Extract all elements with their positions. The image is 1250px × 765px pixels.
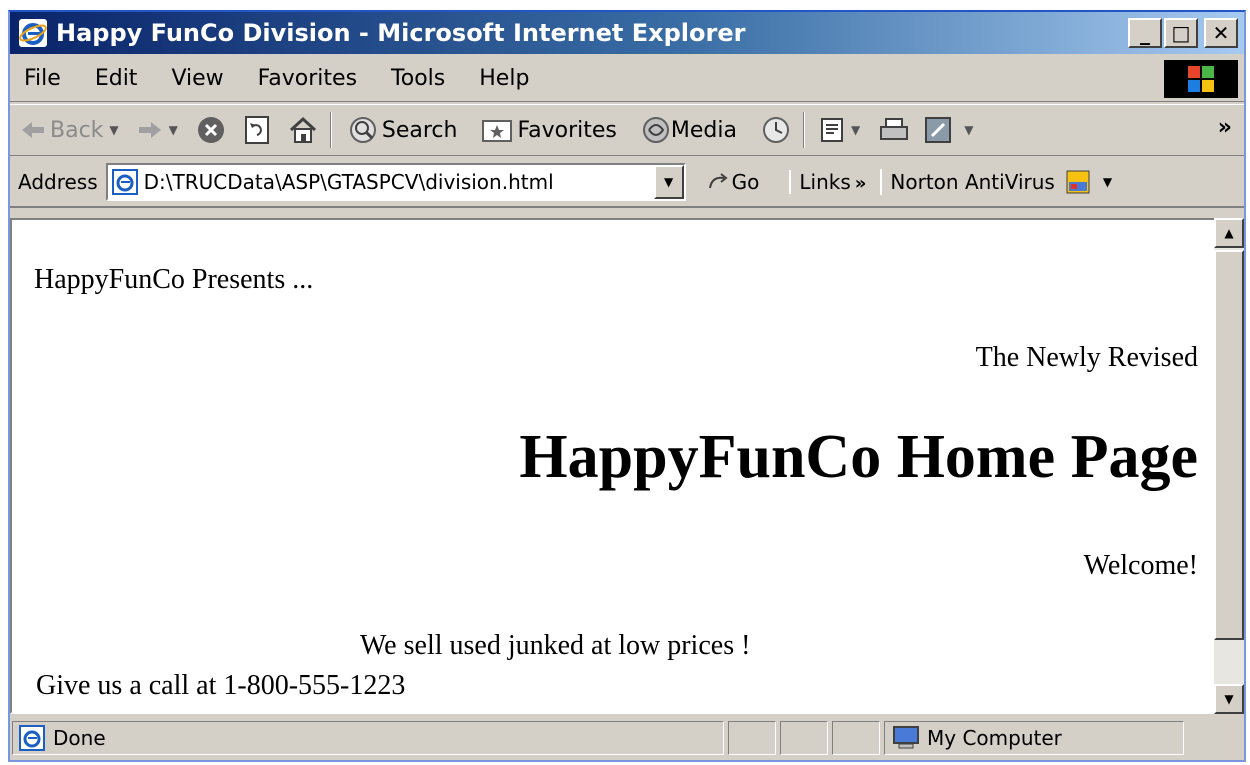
menu-file[interactable]: File bbox=[18, 64, 67, 93]
scroll-down-button[interactable]: ▼ bbox=[1214, 684, 1244, 714]
edit-button[interactable]: ▼ bbox=[924, 116, 973, 144]
menu-bar: File Edit View Favorites Tools Help bbox=[10, 56, 1244, 102]
links-more-button[interactable]: » bbox=[855, 173, 867, 194]
toolbar-separator bbox=[329, 112, 332, 148]
go-arrow-icon bbox=[708, 173, 728, 189]
forward-button[interactable]: ▼ bbox=[137, 120, 178, 140]
media-icon bbox=[642, 117, 669, 143]
refresh-button[interactable] bbox=[244, 115, 270, 145]
address-label: Address bbox=[18, 170, 98, 194]
media-label: Media bbox=[670, 117, 737, 143]
windows-logo-icon bbox=[1164, 60, 1238, 98]
my-computer-icon bbox=[893, 726, 919, 749]
scroll-up-button[interactable]: ▲ bbox=[1214, 218, 1244, 248]
print-icon bbox=[880, 118, 909, 140]
history-button[interactable] bbox=[761, 115, 791, 145]
media-button[interactable]: Media bbox=[641, 115, 737, 145]
page-status-icon bbox=[19, 725, 45, 751]
edit-dropdown-icon[interactable]: ▼ bbox=[964, 123, 973, 137]
toolbar-separator bbox=[802, 112, 805, 148]
refresh-icon bbox=[244, 116, 269, 144]
search-label: Search bbox=[381, 117, 458, 143]
address-dropdown-icon[interactable]: ▼ bbox=[653, 165, 684, 199]
window-title: Happy FunCo Division - Microsoft Interne… bbox=[56, 19, 746, 47]
scroll-thumb[interactable] bbox=[1214, 250, 1244, 640]
edit-icon bbox=[925, 117, 952, 143]
norton-antivirus-button[interactable]: Norton AntiVirus ▼ bbox=[880, 169, 1112, 195]
search-button[interactable]: Search bbox=[348, 115, 458, 145]
print-button[interactable] bbox=[878, 116, 910, 144]
caption-buttons: _ □ ✕ bbox=[1128, 18, 1238, 48]
forward-dropdown-icon[interactable]: ▼ bbox=[169, 123, 178, 137]
back-button[interactable]: Back ▼ bbox=[20, 118, 119, 143]
title-bar: Happy FunCo Division - Microsoft Interne… bbox=[10, 12, 1244, 54]
status-pane bbox=[832, 721, 880, 755]
back-label: Back bbox=[50, 117, 104, 143]
browser-window: Happy FunCo Division - Microsoft Interne… bbox=[8, 10, 1246, 762]
favorites-label: Favorites bbox=[517, 117, 617, 143]
standard-toolbar: Back ▼ ▼ Search Favorites Media ▼ ▼ » bbox=[10, 104, 1244, 156]
links-toolbar[interactable]: Links» bbox=[789, 170, 866, 194]
welcome-text: Welcome! bbox=[1083, 550, 1198, 581]
address-input[interactable]: D:\TRUCData\ASP\GTASPCV\division.html ▼ bbox=[105, 163, 686, 201]
ie-logo-icon bbox=[19, 19, 47, 47]
home-icon bbox=[289, 116, 316, 143]
norton-icon bbox=[1066, 170, 1090, 194]
page-heading: HappyFunCo Home Page bbox=[519, 423, 1198, 491]
presents-text: HappyFunCo Presents ... bbox=[34, 264, 314, 295]
norton-dropdown-icon[interactable]: ▼ bbox=[1103, 175, 1112, 189]
security-zone-pane: My Computer bbox=[884, 721, 1184, 755]
go-button[interactable]: Go bbox=[706, 170, 760, 194]
vertical-scrollbar[interactable]: ▲ ▼ bbox=[1214, 218, 1244, 714]
status-bar: Done My Computer bbox=[10, 716, 1244, 760]
revised-text: The Newly Revised bbox=[975, 342, 1198, 373]
back-arrow-icon bbox=[22, 122, 44, 138]
menu-help[interactable]: Help bbox=[473, 64, 535, 93]
search-icon bbox=[349, 117, 376, 143]
favorites-icon bbox=[482, 120, 513, 142]
home-button[interactable] bbox=[288, 116, 318, 144]
history-icon bbox=[762, 117, 789, 143]
forward-arrow-icon bbox=[138, 122, 161, 138]
norton-label: Norton AntiVirus bbox=[890, 170, 1055, 194]
call-text: Give us a call at 1-800-555-1223 bbox=[36, 670, 406, 701]
menu-tools[interactable]: Tools bbox=[385, 64, 451, 93]
sell-text: We sell used junked at low prices ! bbox=[360, 630, 751, 661]
close-button[interactable]: ✕ bbox=[1204, 18, 1238, 48]
mail-dropdown-icon[interactable]: ▼ bbox=[851, 123, 860, 137]
back-dropdown-icon[interactable]: ▼ bbox=[109, 123, 118, 137]
status-text: Done bbox=[53, 726, 106, 750]
toolbar-more-button[interactable]: » bbox=[1218, 115, 1232, 140]
stop-icon bbox=[197, 117, 224, 143]
page-content: HappyFunCo Presents ... The Newly Revise… bbox=[10, 218, 1220, 714]
favorites-button[interactable]: Favorites bbox=[481, 117, 617, 143]
menu-edit[interactable]: Edit bbox=[89, 64, 144, 93]
zone-text: My Computer bbox=[927, 726, 1062, 750]
stop-button[interactable] bbox=[196, 115, 226, 145]
menu-favorites[interactable]: Favorites bbox=[252, 64, 363, 93]
status-pane bbox=[780, 721, 828, 755]
address-value: D:\TRUCData\ASP\GTASPCV\division.html bbox=[143, 170, 554, 194]
mail-icon bbox=[820, 118, 843, 142]
minimize-button[interactable]: _ bbox=[1128, 18, 1162, 48]
address-bar: Address D:\TRUCData\ASP\GTASPCV\division… bbox=[10, 158, 1244, 208]
go-label: Go bbox=[731, 170, 760, 194]
menu-view[interactable]: View bbox=[165, 64, 229, 93]
status-text-pane: Done bbox=[12, 721, 724, 755]
links-label: Links bbox=[799, 170, 851, 194]
status-pane bbox=[728, 721, 776, 755]
mail-button[interactable]: ▼ bbox=[819, 116, 860, 144]
maximize-button[interactable]: □ bbox=[1164, 18, 1198, 48]
page-icon bbox=[111, 169, 138, 195]
